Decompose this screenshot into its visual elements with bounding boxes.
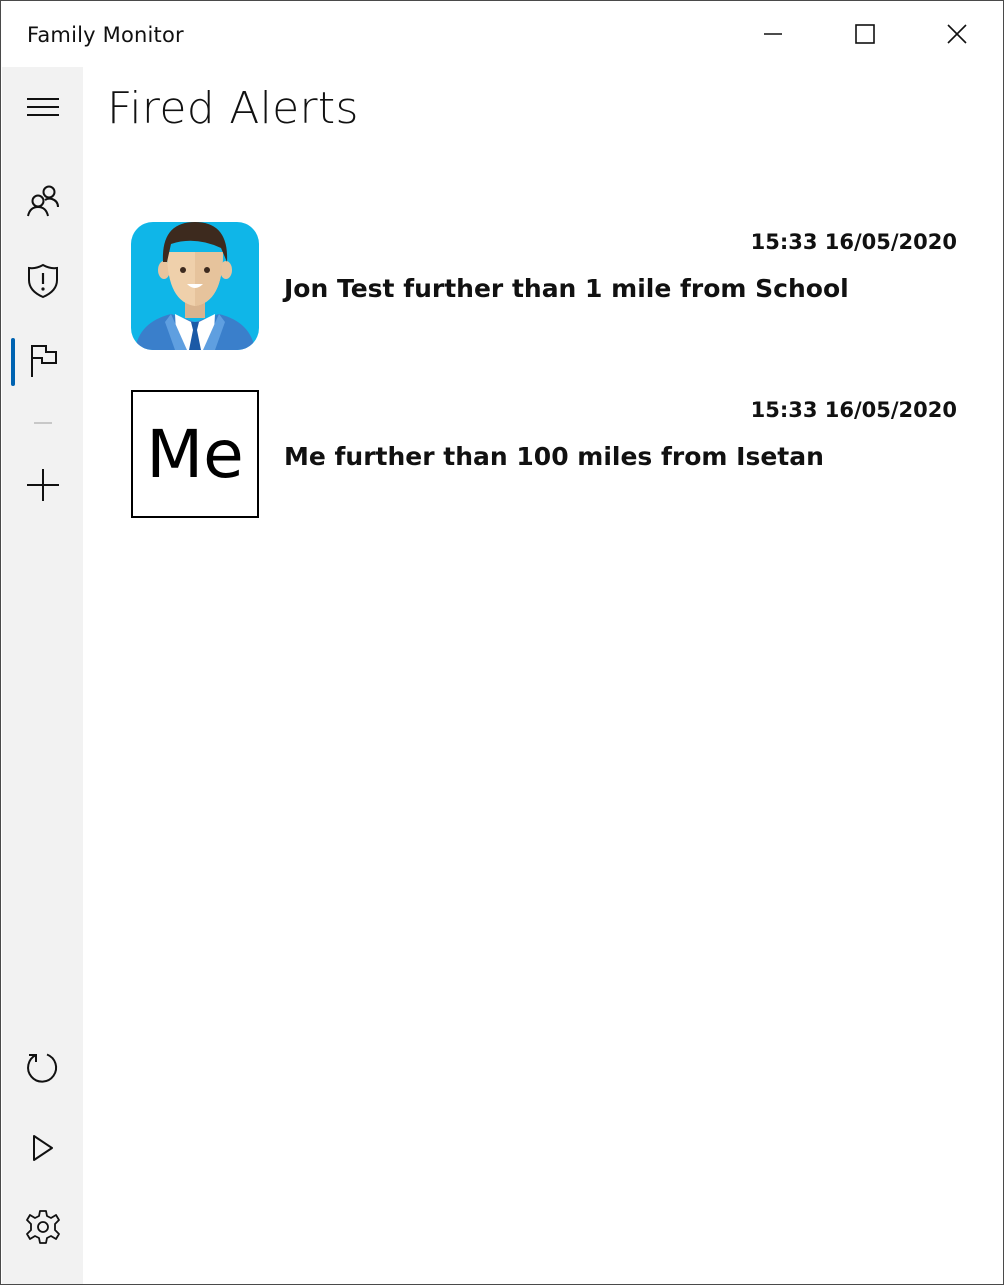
flag-icon (30, 345, 57, 377)
nav-settings-button[interactable] (2, 1191, 83, 1263)
maximize-icon (855, 24, 875, 44)
nav-menu-button[interactable] (2, 71, 83, 143)
navigation-rail (2, 67, 83, 1284)
app-window: Family Monitor Fired Alerts 15:33 16/05/… (0, 0, 1004, 1285)
title-bar[interactable]: Family Monitor (1, 1, 1003, 67)
shield-alert-icon (27, 263, 58, 299)
add-icon (26, 469, 59, 501)
refresh-icon (26, 1053, 57, 1083)
main-content: Fired Alerts 15:33 16/05/2020 Jon Test f… (83, 67, 1003, 1284)
person-avatar-icon (131, 222, 259, 350)
close-icon (947, 24, 967, 44)
nav-item-fired-alerts[interactable] (2, 325, 83, 397)
alert-message: Me further than 100 miles from Isetan (284, 442, 824, 471)
page-title: Fired Alerts (107, 83, 359, 134)
alert-item[interactable]: 15:33 16/05/2020 Jon Test further than 1… (131, 222, 961, 352)
minimize-icon (764, 33, 782, 35)
nav-play-button[interactable] (2, 1112, 83, 1184)
alert-item[interactable]: Me 15:33 16/05/2020 Me further than 100 … (131, 390, 961, 520)
alert-message: Jon Test further than 1 mile from School (284, 274, 849, 303)
nav-add-button[interactable] (2, 449, 83, 521)
settings-gear-icon (25, 1210, 60, 1244)
app-title: Family Monitor (27, 23, 184, 47)
nav-item-people[interactable] (2, 165, 83, 237)
nav-refresh-button[interactable] (2, 1032, 83, 1104)
close-button[interactable] (911, 1, 1003, 67)
alert-timestamp: 15:33 16/05/2020 (750, 230, 957, 254)
avatar: Me (131, 390, 259, 518)
nav-item-alerts-rules[interactable] (2, 245, 83, 317)
nav-separator (34, 422, 52, 424)
alert-timestamp: 15:33 16/05/2020 (750, 398, 957, 422)
minimize-button[interactable] (727, 1, 819, 67)
avatar (131, 222, 259, 350)
maximize-button[interactable] (819, 1, 911, 67)
play-icon (32, 1135, 53, 1161)
people-icon (26, 185, 59, 217)
hamburger-menu-icon (26, 98, 59, 116)
